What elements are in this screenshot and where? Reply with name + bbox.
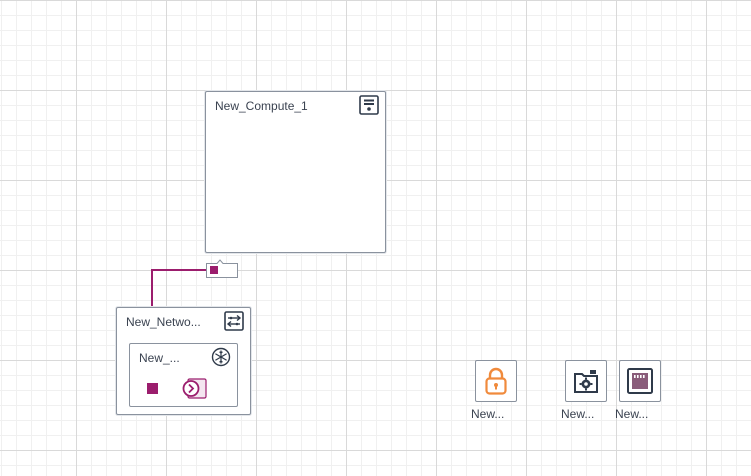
network-node-title: New_Netwo... [126, 315, 201, 329]
ethernet-port-icon [627, 368, 653, 394]
compute-port-callout[interactable] [205, 259, 239, 279]
security-group-label: New... [471, 407, 505, 421]
padlock-icon [485, 367, 507, 395]
compute-node[interactable]: New_Compute_1 [205, 91, 386, 253]
compute-node-title: New_Compute_1 [215, 99, 308, 113]
snowflake-icon [211, 347, 231, 367]
volume-label: New... [561, 407, 595, 421]
port-label: New... [615, 407, 649, 421]
port-node[interactable] [619, 360, 661, 402]
subnet-node-title: New_... [139, 351, 180, 365]
diagram-canvas[interactable]: New_Compute_1 New_Netwo... New_... New..… [0, 0, 751, 476]
security-group-node[interactable] [475, 360, 517, 402]
subnet-port-square[interactable] [147, 383, 159, 395]
port-arrow-icon[interactable] [177, 378, 207, 400]
compute-port-square [210, 266, 218, 274]
subnet-node[interactable]: New_... [129, 343, 238, 407]
folder-gear-icon [574, 370, 598, 393]
network-switch-icon [224, 311, 244, 331]
server-icon [359, 95, 379, 115]
network-node[interactable]: New_Netwo... New_... [116, 307, 251, 415]
volume-node[interactable] [565, 360, 607, 402]
